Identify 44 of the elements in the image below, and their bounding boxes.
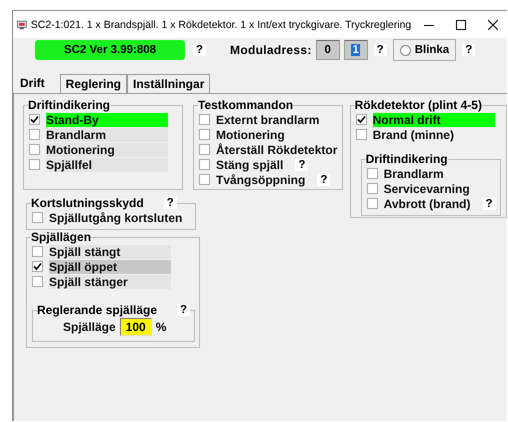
tab[interactable]: Inställningar	[127, 74, 210, 93]
value-field[interactable]: 100	[120, 318, 152, 336]
help-button[interactable]: ?	[317, 174, 330, 186]
group-title: Kortslutningsskydd	[31, 196, 144, 210]
address-label: Moduladress:	[230, 43, 312, 57]
status-label: Spjäll öppet	[49, 260, 171, 274]
status-label: Spjäll stängt	[49, 244, 171, 258]
checkbox-label: Spjällutgång kortsluten	[49, 210, 182, 224]
group-title: Driftindikering	[366, 152, 448, 166]
group-title: Reglerande spjälläge	[37, 303, 158, 317]
help-button[interactable]: ?	[462, 44, 476, 56]
checkbox-label: Servicevarning	[384, 182, 470, 196]
unit-label: %	[156, 320, 166, 334]
field-label: Spjälläge	[63, 320, 116, 334]
status-label: Motionering	[46, 142, 168, 156]
blink-radio-button[interactable]: Blinka	[392, 39, 456, 61]
checkbox-label: Brand (minne)	[372, 128, 454, 142]
checkbox-label: Stäng spjäll	[216, 158, 284, 172]
checkbox-label: Avbrott (brand)	[384, 196, 471, 210]
checkbox-label: Återställ Rökdetektor	[216, 142, 338, 156]
help-button[interactable]: ?	[482, 198, 496, 210]
status-label: Spjäll stänger	[49, 274, 171, 288]
help-button[interactable]: ?	[374, 44, 387, 56]
address-field[interactable]: 1	[344, 40, 368, 60]
group-title: Spjällägen	[31, 230, 92, 244]
checkbox-label: Motionering	[216, 128, 285, 142]
help-button[interactable]: ?	[164, 197, 177, 209]
tab[interactable]: Reglering	[60, 74, 128, 93]
status-label: Spjällfel	[46, 158, 168, 172]
window-title: SC2-1:021. 1 x Brandspjäll. 1 x Rökdetektor. 1 x Int/ext tryckgivare. Tryckreglering	[30, 18, 412, 30]
help-button[interactable]: ?	[295, 158, 308, 170]
version-badge: SC2 Ver 3.99:808	[35, 40, 185, 60]
group-title: Rökdetektor (plint 4-5)	[354, 98, 482, 112]
checkbox-label: Externt brandlarm	[216, 112, 320, 126]
status-label: Brandlarm	[46, 128, 168, 142]
address-field[interactable]: 0	[316, 40, 340, 60]
group-title: Testkommandon	[198, 98, 294, 112]
checkbox-label: Tvångsöppning	[216, 172, 306, 186]
checkbox-label: Brandlarm	[384, 166, 444, 180]
status-label: Normal drift	[372, 112, 495, 126]
help-button[interactable]: ?	[193, 44, 206, 56]
help-button[interactable]: ?	[177, 304, 190, 316]
status-label: Stand-By	[46, 112, 168, 126]
group-title: Driftindikering	[28, 98, 110, 112]
